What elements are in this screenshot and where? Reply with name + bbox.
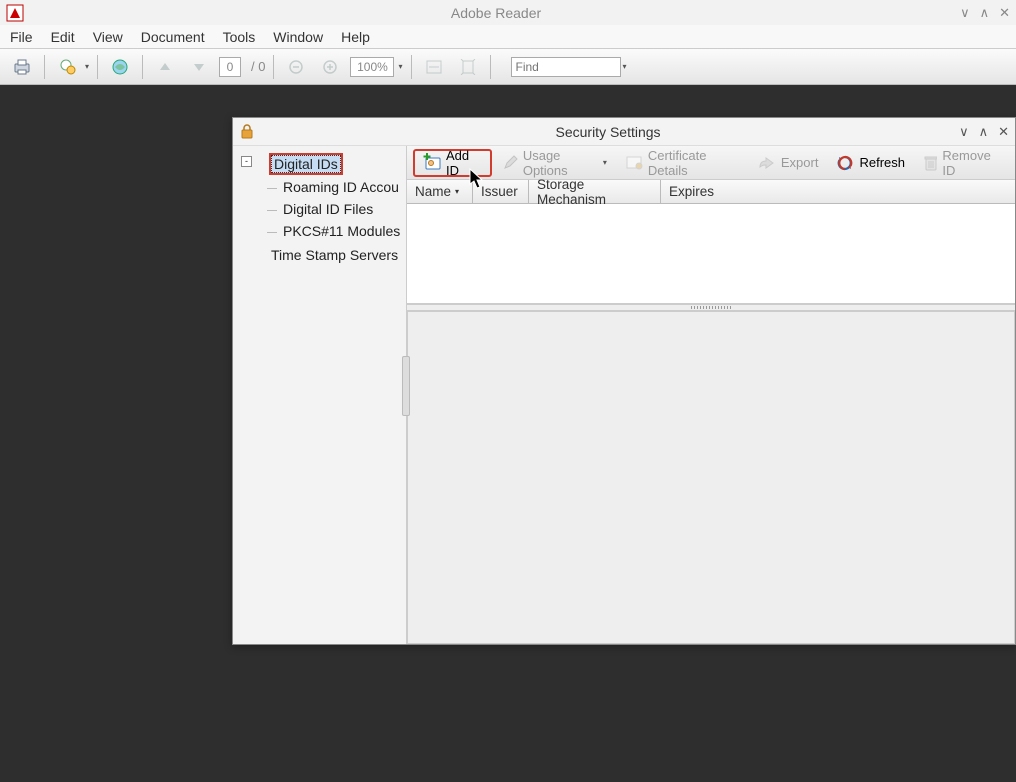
tree-item-pkcs11[interactable]: PKCS#11 Modules xyxy=(281,223,402,239)
world-icon[interactable] xyxy=(106,54,134,80)
fit-page-icon[interactable] xyxy=(454,54,482,80)
dialog-toolbar: Add ID Usage Options ▾ Certificate Detai… xyxy=(407,146,1015,180)
tree-item-roaming-id[interactable]: Roaming ID Accou xyxy=(281,179,402,195)
id-table-header: Name▾ Issuer Storage Mechanism Expires xyxy=(407,180,1015,204)
dialog-minimize-button[interactable]: ∨ xyxy=(959,124,969,140)
dialog-maximize-button[interactable]: ∧ xyxy=(979,124,989,140)
add-id-icon xyxy=(423,153,441,173)
dropdown-arrow-icon[interactable]: ▾ xyxy=(623,62,627,71)
tree-collapse-icon[interactable]: - xyxy=(241,156,252,167)
tree-item-digital-ids[interactable]: Digital IDs xyxy=(271,155,341,173)
add-id-label: Add ID xyxy=(446,148,482,178)
certificate-details-button[interactable]: Certificate Details xyxy=(617,149,748,177)
menu-tools[interactable]: Tools xyxy=(223,29,256,45)
refresh-button[interactable]: Refresh xyxy=(828,149,913,177)
settings-tree: - Digital IDs Roaming ID Accou Digital I… xyxy=(233,146,407,644)
find-input[interactable] xyxy=(511,57,621,77)
export-button[interactable]: Export xyxy=(750,149,827,177)
zoom-input[interactable] xyxy=(350,57,394,77)
column-issuer[interactable]: Issuer xyxy=(473,180,529,203)
adobe-reader-icon xyxy=(6,4,24,22)
menu-file[interactable]: File xyxy=(10,29,33,45)
certificate-details-label: Certificate Details xyxy=(648,148,740,178)
collab-icon[interactable] xyxy=(53,54,81,80)
titlebar: Adobe Reader ∨ ∧ ✕ xyxy=(0,0,1016,25)
usage-options-label: Usage Options xyxy=(523,148,600,178)
export-icon xyxy=(758,155,776,171)
id-list-panel xyxy=(407,204,1015,304)
tree-item-timestamp-servers[interactable]: Time Stamp Servers xyxy=(269,247,400,263)
column-storage[interactable]: Storage Mechanism xyxy=(529,180,661,203)
toolbar-separator xyxy=(44,55,45,79)
id-detail-panel xyxy=(407,311,1015,644)
toolbar-separator xyxy=(490,55,491,79)
dialog-right-area: Add ID Usage Options ▾ Certificate Detai… xyxy=(407,146,1015,644)
page-total: / 0 xyxy=(251,59,265,74)
column-name[interactable]: Name▾ xyxy=(407,180,473,203)
page-up-icon[interactable] xyxy=(151,54,179,80)
menu-edit[interactable]: Edit xyxy=(51,29,75,45)
sort-arrow-icon: ▾ xyxy=(455,187,459,196)
refresh-icon xyxy=(836,154,854,172)
pencil-icon xyxy=(502,154,518,172)
print-icon[interactable] xyxy=(8,54,36,80)
zoom-in-icon[interactable] xyxy=(316,54,344,80)
horizontal-splitter[interactable] xyxy=(407,304,1015,311)
dialog-titlebar: Security Settings ∨ ∧ ✕ xyxy=(233,118,1015,146)
page-number-input[interactable] xyxy=(219,57,241,77)
menubar: File Edit View Document Tools Window Hel… xyxy=(0,25,1016,49)
fit-width-icon[interactable] xyxy=(420,54,448,80)
dropdown-arrow-icon: ▾ xyxy=(603,158,607,167)
tree-item-digital-id-files[interactable]: Digital ID Files xyxy=(281,201,402,217)
app-title: Adobe Reader xyxy=(32,5,960,21)
toolbar-separator xyxy=(411,55,412,79)
minimize-button[interactable]: ∨ xyxy=(960,5,970,21)
add-id-button[interactable]: Add ID xyxy=(413,149,492,177)
dropdown-arrow-icon[interactable]: ▾ xyxy=(398,62,402,71)
usage-options-button[interactable]: Usage Options ▾ xyxy=(494,149,615,177)
remove-id-button[interactable]: Remove ID xyxy=(915,149,1009,177)
main-window: Adobe Reader ∨ ∧ ✕ File Edit View Docume… xyxy=(0,0,1016,782)
menu-view[interactable]: View xyxy=(93,29,123,45)
remove-id-label: Remove ID xyxy=(942,148,1001,178)
trash-icon xyxy=(923,154,937,172)
menu-help[interactable]: Help xyxy=(341,29,370,45)
menu-document[interactable]: Document xyxy=(141,29,205,45)
close-button[interactable]: ✕ xyxy=(999,5,1010,21)
dialog-title: Security Settings xyxy=(257,124,959,140)
maximize-button[interactable]: ∧ xyxy=(980,5,990,21)
toolbar-separator xyxy=(142,55,143,79)
export-label: Export xyxy=(781,155,819,170)
toolbar-separator xyxy=(273,55,274,79)
page-down-icon[interactable] xyxy=(185,54,213,80)
dropdown-arrow-icon[interactable]: ▾ xyxy=(85,62,89,71)
vertical-splitter[interactable] xyxy=(402,356,410,416)
security-settings-dialog: Security Settings ∨ ∧ ✕ - Digital IDs Ro… xyxy=(232,117,1016,645)
menu-window[interactable]: Window xyxy=(273,29,323,45)
zoom-out-icon[interactable] xyxy=(282,54,310,80)
toolbar-separator xyxy=(97,55,98,79)
certificate-icon xyxy=(625,154,643,172)
main-toolbar: ▾ / 0 ▾ ▾ xyxy=(0,49,1016,85)
refresh-label: Refresh xyxy=(859,155,905,170)
dialog-close-button[interactable]: ✕ xyxy=(998,124,1009,140)
lock-icon xyxy=(239,123,257,141)
column-expires[interactable]: Expires xyxy=(661,180,1015,203)
